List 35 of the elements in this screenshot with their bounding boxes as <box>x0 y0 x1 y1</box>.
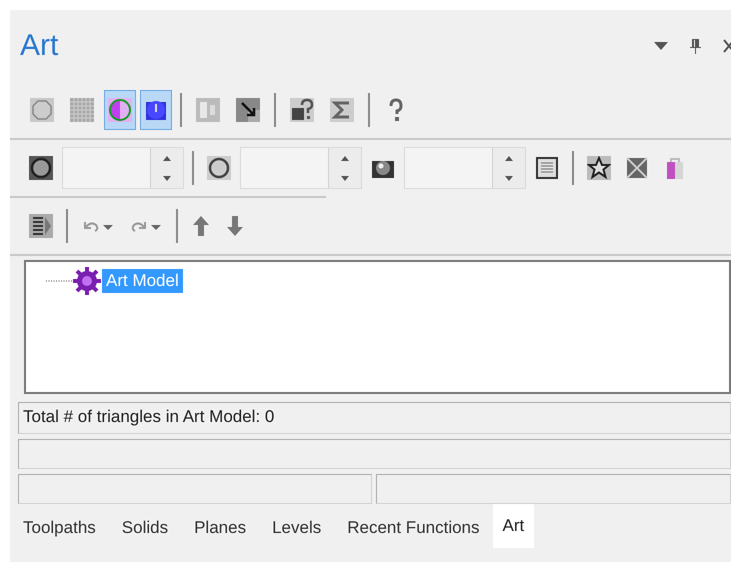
spin-down-icon[interactable] <box>505 176 513 180</box>
grid-icon <box>70 98 94 122</box>
tab[interactable]: Art <box>492 504 534 548</box>
octagon-icon <box>30 98 54 122</box>
star-icon[interactable] <box>587 156 611 180</box>
crossed-box-icon[interactable] <box>625 156 649 180</box>
pin-icon[interactable] <box>690 38 701 54</box>
tree-connector-icon <box>46 279 72 283</box>
half-circle-icon <box>108 98 132 122</box>
spin-up-icon[interactable] <box>341 156 349 160</box>
sphere-icon <box>144 98 168 122</box>
spin-field[interactable] <box>62 147 184 189</box>
question-box-icon <box>290 98 314 122</box>
panel-title: Art <box>20 29 58 63</box>
tab[interactable]: Planes <box>181 508 260 548</box>
tab[interactable]: Levels <box>259 508 334 548</box>
spin-down-icon[interactable] <box>163 176 171 180</box>
split-panel-icon <box>196 98 220 122</box>
spin-field[interactable] <box>404 147 526 189</box>
spin-field[interactable] <box>240 147 362 189</box>
up-arrow-icon[interactable] <box>191 215 211 237</box>
sigma-icon <box>330 98 354 122</box>
dropdown-icon[interactable] <box>654 42 668 50</box>
spin-down-icon[interactable] <box>341 176 349 180</box>
down-arrow-icon[interactable] <box>225 215 245 237</box>
document-icon[interactable] <box>535 156 559 180</box>
status-field: Total # of triangles in Art Model: 0 <box>18 402 731 434</box>
ring-icon[interactable] <box>29 156 53 180</box>
circle-icon[interactable] <box>207 156 231 180</box>
spin-up-icon[interactable] <box>505 156 513 160</box>
spin-up-icon[interactable] <box>163 156 171 160</box>
list-icon[interactable] <box>29 214 53 238</box>
tab[interactable]: Recent Functions <box>334 508 493 548</box>
tab[interactable]: Solids <box>108 508 182 548</box>
tab[interactable]: Toolpaths <box>10 508 109 548</box>
